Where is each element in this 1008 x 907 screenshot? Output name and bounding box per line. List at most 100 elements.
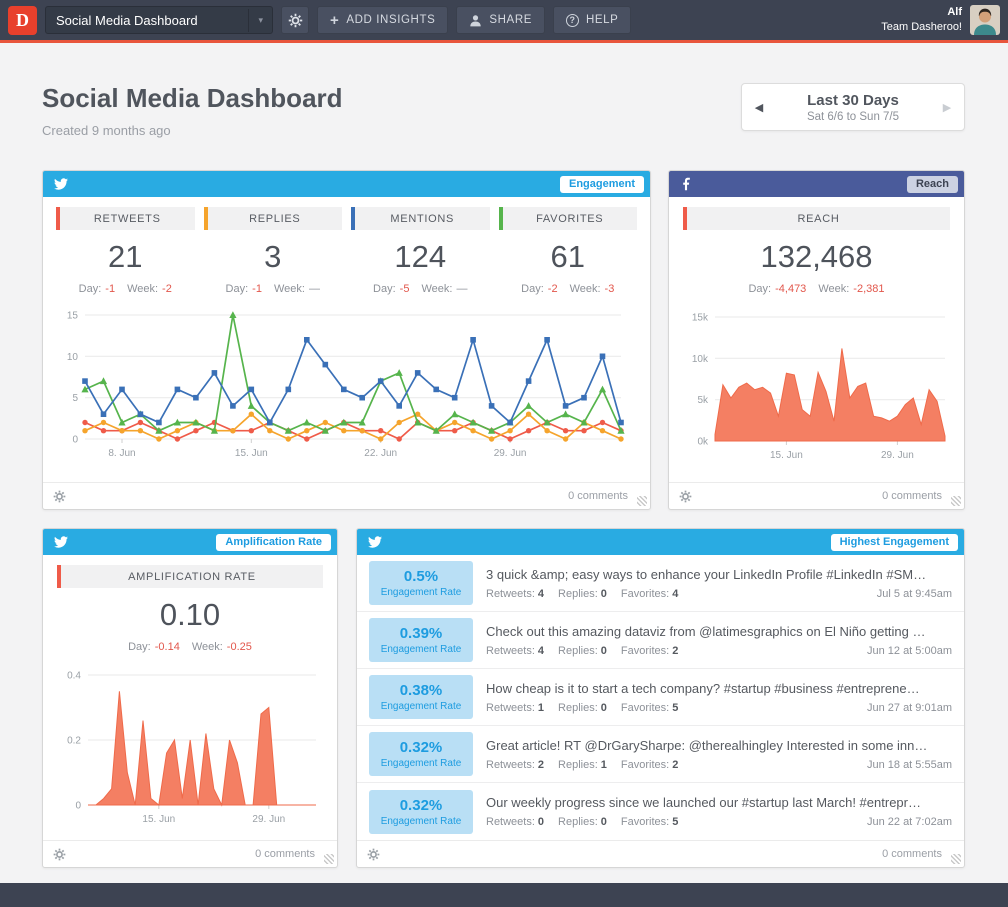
svg-text:22. Jun: 22. Jun [364,448,397,459]
twitter-icon [53,177,69,191]
day-label: Day: [128,641,151,653]
stat-value: 61 [499,239,638,275]
week-label: Week: [274,283,305,295]
insight-badge[interactable]: Amplification Rate [216,534,331,551]
resize-handle[interactable] [637,496,647,506]
svg-text:29. Jun: 29. Jun [252,814,285,825]
day-label: Day: [748,283,771,295]
reach-area-chart: 0k5k10k15k15. Jun29. Jun [681,309,953,466]
dashboard-selector-value: Social Media Dashboard [56,13,198,28]
stat-reach: REACH 132,468 Day: -4,473 Week: -2,381 [669,197,964,295]
topbar: D Social Media Dashboard ▾ + ADD INSIGHT… [0,0,1008,43]
widget-footer: 0 comments [669,482,964,509]
gear-icon [288,13,303,28]
week-label: Week: [818,283,849,295]
comments-link[interactable]: 0 comments [882,848,942,860]
favorites-label: Favorites: [621,588,669,600]
svg-text:15: 15 [67,310,79,321]
replies-count: 0 [601,702,607,714]
day-label: Day: [79,283,102,295]
widget-header: Highest Engagement [357,529,964,555]
stat-value: 124 [351,239,490,275]
engagement-rate-label: Engagement Rate [381,587,462,598]
user-info: Alf Team Dasheroo! [881,5,962,35]
insight-badge[interactable]: Highest Engagement [831,534,958,551]
engagement-rate-value: 0.39% [400,625,443,642]
svg-text:10k: 10k [691,353,708,364]
svg-text:15. Jun: 15. Jun [235,448,268,459]
favorites-label: Favorites: [621,702,669,714]
chevron-down-icon: ▾ [248,9,272,32]
widget-header: Amplification Rate [43,529,337,555]
svg-text:0: 0 [72,434,78,445]
stat-delta: Day: -1 Week: — [204,283,343,295]
week-label: Week: [192,641,223,653]
prev-period-button[interactable]: ◀ [742,101,776,114]
tweet-row[interactable]: 0.39% Engagement Rate Check out this ama… [357,612,964,669]
dashboard-selector[interactable]: Social Media Dashboard ▾ [45,6,273,34]
widget-settings-icon[interactable] [53,848,66,861]
engagement-rate-box: 0.32% Engagement Rate [369,732,473,776]
engagement-rate-box: 0.5% Engagement Rate [369,561,473,605]
retweets-count: 0 [538,816,544,828]
comments-link[interactable]: 0 comments [255,848,315,860]
dashboard-settings-button[interactable] [281,6,309,34]
stat-retweets: RETWEETS 21 Day: -1 Week: -2 [56,207,195,295]
stat-value: 0.10 [57,597,323,633]
tweet-row[interactable]: 0.32% Engagement Rate Our weekly progres… [357,783,964,840]
user-team: Team Dasheroo! [881,20,962,35]
svg-text:29. Jun: 29. Jun [880,450,913,461]
widget-settings-icon[interactable] [367,848,380,861]
svg-text:0.4: 0.4 [67,670,81,681]
widget-body: REACH 132,468 Day: -4,473 Week: -2,381 0… [669,197,964,482]
insight-badge[interactable]: Reach [907,176,958,193]
stat-label: REPLIES [249,213,300,225]
tweet-text: How cheap is it to start a tech company?… [486,681,952,696]
insight-badge[interactable]: Engagement [560,176,644,193]
tweet-row[interactable]: 0.38% Engagement Rate How cheap is it to… [357,669,964,726]
add-insights-button[interactable]: + ADD INSIGHTS [317,6,448,34]
svg-text:5k: 5k [697,395,709,406]
retweets-count: 4 [538,588,544,600]
widget-settings-icon[interactable] [53,490,66,503]
tweet-row[interactable]: 0.5% Engagement Rate 3 quick &amp; easy … [357,555,964,612]
widget-facebook-reach: Reach REACH 132,468 Day: -4,473 Week: -2… [668,170,965,510]
comments-link[interactable]: 0 comments [882,490,942,502]
tweet-date: Jun 27 at 9:01am [867,702,952,714]
share-button[interactable]: SHARE [456,6,545,34]
add-insights-label: ADD INSIGHTS [346,14,435,26]
stat-label: AMPLIFICATION RATE [128,571,256,583]
avatar[interactable] [970,5,1000,35]
stat-value: 21 [56,239,195,275]
comments-link[interactable]: 0 comments [568,490,628,502]
engagement-rate-value: 0.32% [400,797,443,814]
resize-handle[interactable] [951,496,961,506]
twitter-icon [53,535,69,549]
svg-text:0.2: 0.2 [67,735,81,746]
widget-footer: 0 comments [43,482,650,509]
resize-handle[interactable] [324,854,334,864]
day-value: -0.14 [155,641,180,653]
engagement-rate-value: 0.5% [404,568,438,585]
tweet-text: 3 quick &amp; easy ways to enhance your … [486,567,952,582]
help-button[interactable]: ? HELP [553,6,631,34]
engagement-rate-value: 0.38% [400,682,443,699]
resize-handle[interactable] [951,854,961,864]
page-subtitle: Created 9 months ago [42,123,343,138]
next-period-button[interactable]: ▶ [930,101,964,114]
week-value: -2 [162,283,172,295]
replies-label: Replies: [558,702,598,714]
stats-row: RETWEETS 21 Day: -1 Week: -2 REPLIES 3 D… [43,197,650,295]
help-icon: ? [566,14,579,27]
retweets-label: Retweets: [486,645,535,657]
widget-settings-icon[interactable] [679,490,692,503]
engagement-rate-value: 0.32% [400,739,443,756]
tweet-content: Check out this amazing dataviz from @lat… [486,624,952,657]
tweet-date: Jun 22 at 7:02am [867,816,952,828]
tweet-text: Our weekly progress since we launched ou… [486,795,952,810]
share-icon [469,14,482,27]
engagement-rate-label: Engagement Rate [381,758,462,769]
stat-delta: Day: -1 Week: -2 [56,283,195,295]
tweet-row[interactable]: 0.32% Engagement Rate Great article! RT … [357,726,964,783]
dasheroo-logo[interactable]: D [8,6,37,35]
